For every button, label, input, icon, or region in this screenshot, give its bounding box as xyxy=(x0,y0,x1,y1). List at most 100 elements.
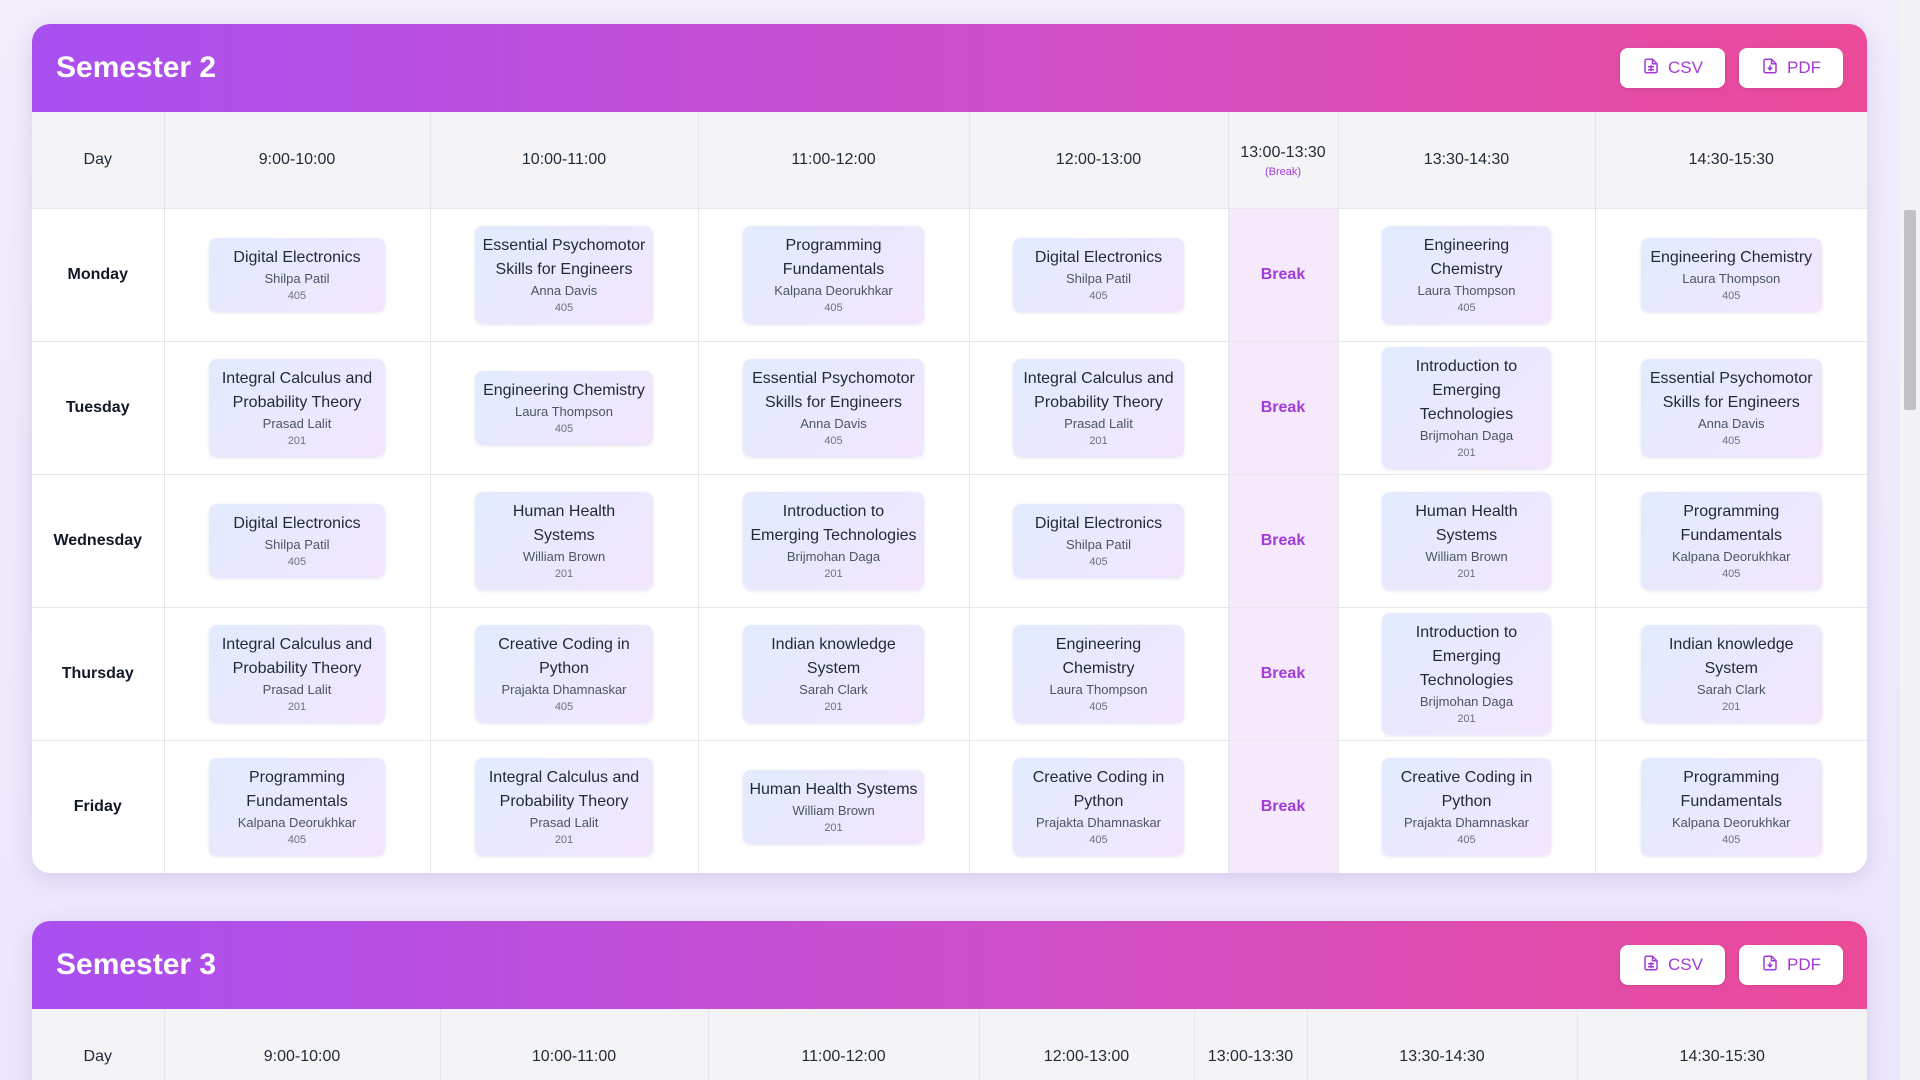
class-card[interactable]: Programming Fundamentals Kalpana Deorukhk… xyxy=(743,226,924,324)
class-card[interactable]: Human Health Systems William Brown 201 xyxy=(743,770,924,844)
teacher-name: Anna Davis xyxy=(530,283,598,298)
time-slot-header: 11:00-12:00 xyxy=(698,112,970,209)
subject-name: Human Health Systems xyxy=(512,503,616,544)
csv-export-button[interactable]: CSV xyxy=(1620,48,1725,88)
day-label: Friday xyxy=(32,740,165,873)
time-slot-header: 12:00-13:00 xyxy=(979,1009,1195,1080)
subject-name: Introduction to Emerging Technologies xyxy=(750,503,917,544)
timetable-cell: Integral Calculus and Probability Theory… xyxy=(164,341,431,475)
vertical-scrollbar[interactable] xyxy=(1900,0,1920,1080)
csv-export-button[interactable]: CSV xyxy=(1620,945,1725,985)
break-cell: Break xyxy=(1228,607,1339,741)
class-card[interactable]: Indian knowledge System Sarah Clark 201 xyxy=(743,625,924,723)
room-number: 201 xyxy=(287,701,307,713)
subject-name: Integral Calculus and Probability Theory xyxy=(221,370,373,411)
class-card[interactable]: Essential Psychomotor Skills for Enginee… xyxy=(743,359,924,457)
time-slot-header: 11:00-12:00 xyxy=(708,1009,980,1080)
class-card[interactable]: Human Health Systems William Brown 201 xyxy=(1382,492,1551,590)
timetable-cell: Introduction to Emerging Technologies Bri… xyxy=(1338,341,1596,475)
day-label: Monday xyxy=(32,208,165,342)
class-card[interactable]: Engineering Chemistry Laura Thompson 405 xyxy=(475,371,653,445)
table-row: Tuesday Integral Calculus and Probability… xyxy=(32,341,1867,475)
teacher-name: Kalpana Deorukhkar xyxy=(237,815,357,830)
time-slot-header: 13:30-14:30 xyxy=(1307,1009,1578,1080)
class-card[interactable]: Introduction to Emerging Technologies Bri… xyxy=(1382,613,1551,735)
class-card[interactable]: Human Health Systems William Brown 201 xyxy=(475,492,653,590)
class-card[interactable]: Digital Electronics Shilpa Patil 405 xyxy=(209,504,385,578)
subject-name: Creative Coding in Python xyxy=(498,636,630,677)
table-row: Monday Digital Electronics Shilpa Patil 405… xyxy=(32,208,1867,342)
scrollbar-thumb[interactable] xyxy=(1904,210,1916,410)
teacher-name: Sarah Clark xyxy=(1696,682,1766,697)
teacher-name: Prajakta Dhamnaskar xyxy=(1036,815,1161,830)
class-card[interactable]: Creative Coding in Python Prajakta Dhamna… xyxy=(1382,758,1551,856)
class-card[interactable]: Integral Calculus and Probability Theory… xyxy=(1013,359,1184,457)
class-card[interactable]: Essential Psychomotor Skills for Enginee… xyxy=(475,226,653,324)
room-number: 201 xyxy=(1457,568,1476,580)
teacher-name: Shilpa Patil xyxy=(1065,537,1132,552)
pdf-export-button[interactable]: PDF xyxy=(1739,945,1843,985)
subject-name: Essential Psychomotor Skills for Enginee… xyxy=(482,237,646,278)
class-card[interactable]: Digital Electronics Shilpa Patil 405 xyxy=(1013,238,1184,312)
time-slot-header: 9:00-10:00 xyxy=(164,1009,441,1080)
teacher-name: Kalpana Deorukhkar xyxy=(1671,549,1791,564)
class-card[interactable]: Digital Electronics Shilpa Patil 405 xyxy=(1013,504,1184,578)
class-card[interactable]: Engineering Chemistry Laura Thompson 405 xyxy=(1382,226,1551,324)
break-cell: Break xyxy=(1228,341,1339,475)
teacher-name: Laura Thompson xyxy=(1682,271,1781,286)
subject-name: Introduction to Emerging Technologies xyxy=(1415,624,1518,689)
class-card[interactable]: Programming Fundamentals Kalpana Deorukhk… xyxy=(1640,758,1822,856)
class-card[interactable]: Programming Fundamentals Kalpana Deorukhk… xyxy=(1640,492,1822,590)
class-card[interactable]: Engineering Chemistry Laura Thompson 405 xyxy=(1013,625,1184,723)
room-number: 405 xyxy=(1457,302,1476,314)
timetable: Day 9:00-10:00 10:00-11:00 11:00-12:00 12:00… xyxy=(32,1009,1867,1080)
class-card[interactable]: Integral Calculus and Probability Theory… xyxy=(209,359,385,457)
file-spreadsheet-icon xyxy=(1642,954,1660,977)
class-card[interactable]: Integral Calculus and Probability Theory… xyxy=(475,758,653,856)
room-number: 405 xyxy=(554,701,574,713)
time-slot-label: 13:00-13:30 xyxy=(1240,144,1326,161)
teacher-name: Prasad Lalit xyxy=(262,416,332,431)
timetable-cell: Introduction to Emerging Technologies Bri… xyxy=(698,474,970,608)
class-card[interactable]: Introduction to Emerging Technologies Bri… xyxy=(743,492,924,590)
day-label: Tuesday xyxy=(32,341,165,475)
teacher-name: William Brown xyxy=(792,803,875,818)
semester-header: Semester 3 CSV PDF xyxy=(32,921,1867,1009)
room-number: 201 xyxy=(1089,435,1108,447)
subject-name: Engineering Chemistry xyxy=(1423,237,1510,278)
subject-name: Digital Electronics xyxy=(1034,249,1163,266)
class-card[interactable]: Introduction to Emerging Technologies Bri… xyxy=(1382,347,1551,469)
class-card[interactable]: Creative Coding in Python Prajakta Dhamna… xyxy=(475,625,653,723)
timetable-cell: Creative Coding in Python Prajakta Dhamna… xyxy=(1338,740,1596,873)
timetable-cell: Integral Calculus and Probability Theory… xyxy=(430,740,699,873)
pdf-export-button[interactable]: PDF xyxy=(1739,48,1843,88)
class-card[interactable]: Engineering Chemistry Laura Thompson 405 xyxy=(1640,238,1822,312)
room-number: 405 xyxy=(1722,290,1741,302)
room-number: 201 xyxy=(554,834,574,846)
subject-name: Programming Fundamentals xyxy=(246,769,348,810)
room-number: 405 xyxy=(554,302,574,314)
semester-title: Semester 2 xyxy=(56,51,217,84)
time-slot-header: 14:30-15:30 xyxy=(1577,1009,1867,1080)
timetable-cell: Human Health Systems William Brown 201 xyxy=(698,740,970,873)
room-number: 405 xyxy=(824,435,843,447)
teacher-name: Prasad Lalit xyxy=(1064,416,1133,431)
room-number: 405 xyxy=(1089,290,1108,302)
class-card[interactable]: Indian knowledge System Sarah Clark 201 xyxy=(1640,625,1822,723)
timetable-cell: Engineering Chemistry Laura Thompson 405 xyxy=(1595,208,1867,342)
timetable-cell: Digital Electronics Shilpa Patil 405 xyxy=(164,208,431,342)
export-actions: CSV PDF xyxy=(1620,945,1843,985)
timetable-cell: Engineering Chemistry Laura Thompson 405 xyxy=(969,607,1229,741)
class-card[interactable]: Programming Fundamentals Kalpana Deorukhk… xyxy=(209,758,385,856)
class-card[interactable]: Essential Psychomotor Skills for Enginee… xyxy=(1640,359,1822,457)
teacher-name: Laura Thompson xyxy=(514,404,614,419)
class-card[interactable]: Digital Electronics Shilpa Patil 405 xyxy=(209,238,385,312)
room-number: 201 xyxy=(554,568,574,580)
class-card[interactable]: Integral Calculus and Probability Theory… xyxy=(209,625,385,723)
teacher-name: Anna Davis xyxy=(800,416,867,431)
class-card[interactable]: Creative Coding in Python Prajakta Dhamna… xyxy=(1013,758,1184,856)
teacher-name: Shilpa Patil xyxy=(264,271,330,286)
time-slot-header: 9:00-10:00 xyxy=(164,112,431,209)
teacher-name: Prajakta Dhamnaskar xyxy=(501,682,627,697)
csv-button-label: CSV xyxy=(1668,955,1703,974)
